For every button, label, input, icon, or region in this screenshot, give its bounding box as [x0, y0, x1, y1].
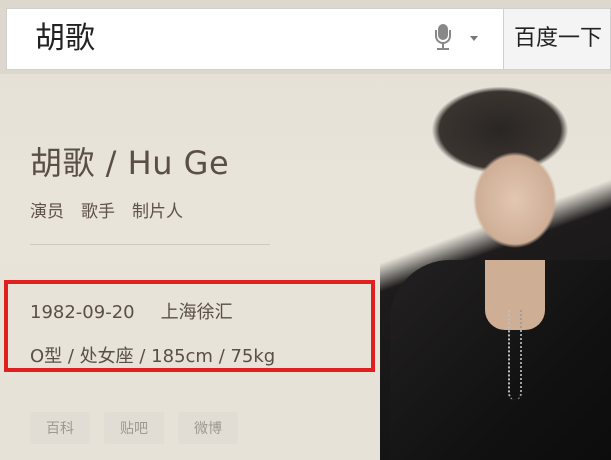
role-list: 演员 歌手 制片人 [30, 197, 183, 222]
personal-details: O型 / 处女座 / 185cm / 75kg [30, 346, 276, 367]
link-weibo[interactable]: 微博 [178, 412, 238, 444]
photo-necklace [508, 310, 522, 400]
chevron-down-icon[interactable] [470, 36, 478, 41]
divider [30, 244, 270, 245]
search-input[interactable]: 胡歌 [6, 8, 504, 70]
birthplace: 上海徐汇 [160, 302, 233, 323]
birth-date: 1982-09-20 [30, 302, 135, 323]
role-item: 歌手 [81, 202, 115, 222]
search-bar: 胡歌 百度一下 [0, 0, 611, 74]
profile-photo [380, 60, 611, 460]
search-button[interactable]: 百度一下 [504, 8, 611, 70]
related-links: 百科 贴吧 微博 [30, 412, 238, 444]
role-item: 演员 [30, 202, 64, 222]
microphone-icon[interactable] [435, 24, 451, 50]
birth-info: 1982-09-20 上海徐汇 [30, 298, 233, 324]
role-item: 制片人 [132, 202, 183, 222]
person-name: 胡歌 / Hu Ge [30, 144, 230, 182]
link-baike[interactable]: 百科 [30, 412, 90, 444]
link-tieba[interactable]: 贴吧 [104, 412, 164, 444]
